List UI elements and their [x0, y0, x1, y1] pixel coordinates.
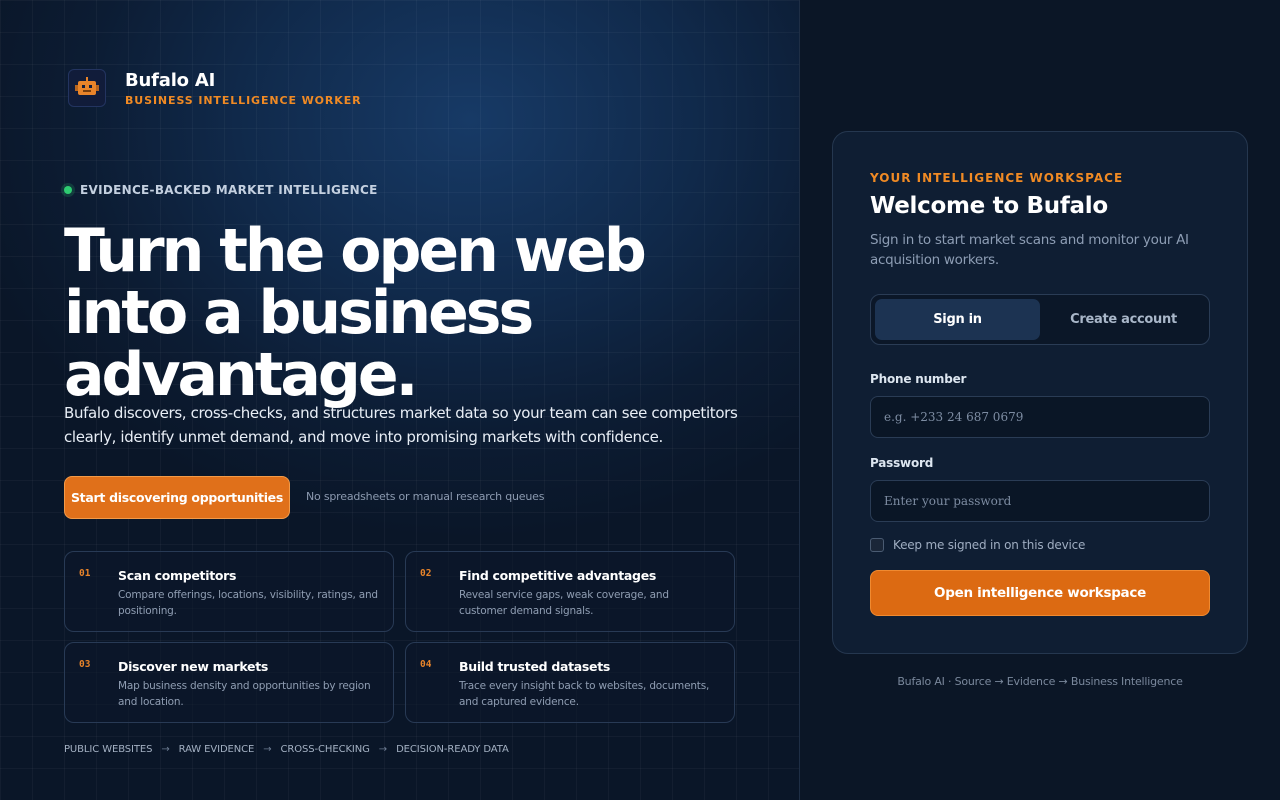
status-dot-icon: [64, 186, 72, 194]
pipeline-step: PUBLIC WEBSITES: [64, 744, 153, 755]
remember-me-label: Keep me signed in on this device: [893, 538, 1086, 552]
feature-description: Map business density and opportunities b…: [118, 680, 371, 708]
feature-title: Scan competitors: [118, 568, 237, 583]
feature-description: Compare offerings, locations, visibility…: [118, 589, 378, 617]
feature-number: 03: [79, 659, 91, 670]
tab-sign-in[interactable]: Sign in: [875, 299, 1040, 340]
remember-me-checkbox[interactable]: [870, 538, 884, 552]
cta-note: No spreadsheets or manual research queue…: [306, 490, 545, 503]
feature-description: Reveal service gaps, weak coverage, and …: [459, 589, 669, 617]
headline-line-3: advantage.: [64, 340, 418, 410]
phone-label: Phone number: [870, 372, 967, 386]
start-discovering-button[interactable]: Start discovering opportunities: [64, 476, 290, 519]
hero-headline: Turn the open web into a business advant…: [64, 220, 744, 406]
arrow-right-icon: →: [161, 744, 170, 755]
auth-tabs: Sign in Create account: [870, 294, 1210, 345]
hero-eyebrow: EVIDENCE-BACKED MARKET INTELLIGENCE: [64, 183, 378, 197]
tab-create-account[interactable]: Create account: [1041, 299, 1206, 340]
feature-number: 01: [79, 568, 91, 579]
robot-logo-icon: [68, 69, 106, 107]
feature-card-scan-competitors: 01 Scan competitors Compare offerings, l…: [64, 551, 394, 632]
feature-card-find-advantages: 02 Find competitive advantages Reveal se…: [405, 551, 735, 632]
feature-card-discover-markets: 03 Discover new markets Map business den…: [64, 642, 394, 723]
pipeline-step: DECISION-READY DATA: [396, 744, 509, 755]
feature-title: Discover new markets: [118, 659, 269, 674]
feature-card-build-datasets: 04 Build trusted datasets Trace every in…: [405, 642, 735, 723]
headline-line-2: into a business: [64, 278, 534, 348]
headline-line-1: Turn the open web: [64, 216, 647, 286]
footer-text: Bufalo AI · Source → Evidence → Business…: [897, 675, 1183, 688]
brand-name: Bufalo AI: [125, 69, 216, 91]
pipeline-steps: PUBLIC WEBSITES → RAW EVIDENCE → CROSS-C…: [64, 744, 509, 755]
feature-number: 04: [420, 659, 432, 670]
feature-number: 02: [420, 568, 432, 579]
phone-number-input[interactable]: [870, 396, 1210, 438]
hero-panel: Bufalo AI BUSINESS INTELLIGENCE WORKER E…: [0, 0, 800, 800]
auth-subtitle: Sign in to start market scans and monito…: [870, 232, 1189, 268]
password-label: Password: [870, 456, 934, 470]
pipeline-step: RAW EVIDENCE: [178, 744, 255, 755]
hero-eyebrow-text: EVIDENCE-BACKED MARKET INTELLIGENCE: [80, 183, 378, 197]
open-workspace-button[interactable]: Open intelligence workspace: [870, 570, 1210, 616]
auth-eyebrow: YOUR INTELLIGENCE WORKSPACE: [870, 171, 1124, 185]
feature-title: Find competitive advantages: [459, 568, 657, 583]
auth-card: YOUR INTELLIGENCE WORKSPACE Welcome to B…: [832, 131, 1248, 654]
feature-description: Trace every insight back to websites, do…: [459, 680, 710, 708]
brand: Bufalo AI BUSINESS INTELLIGENCE WORKER: [68, 69, 362, 107]
password-input[interactable]: [870, 480, 1210, 522]
brand-tagline: BUSINESS INTELLIGENCE WORKER: [125, 93, 362, 107]
pipeline-step: CROSS-CHECKING: [280, 744, 370, 755]
remember-me[interactable]: Keep me signed in on this device: [870, 538, 1085, 552]
arrow-right-icon: →: [378, 744, 388, 755]
feature-title: Build trusted datasets: [459, 659, 611, 674]
arrow-right-icon: →: [263, 744, 272, 755]
hero-description: Bufalo discovers, cross-checks, and stru…: [64, 404, 738, 446]
auth-title: Welcome to Bufalo: [870, 193, 1108, 219]
